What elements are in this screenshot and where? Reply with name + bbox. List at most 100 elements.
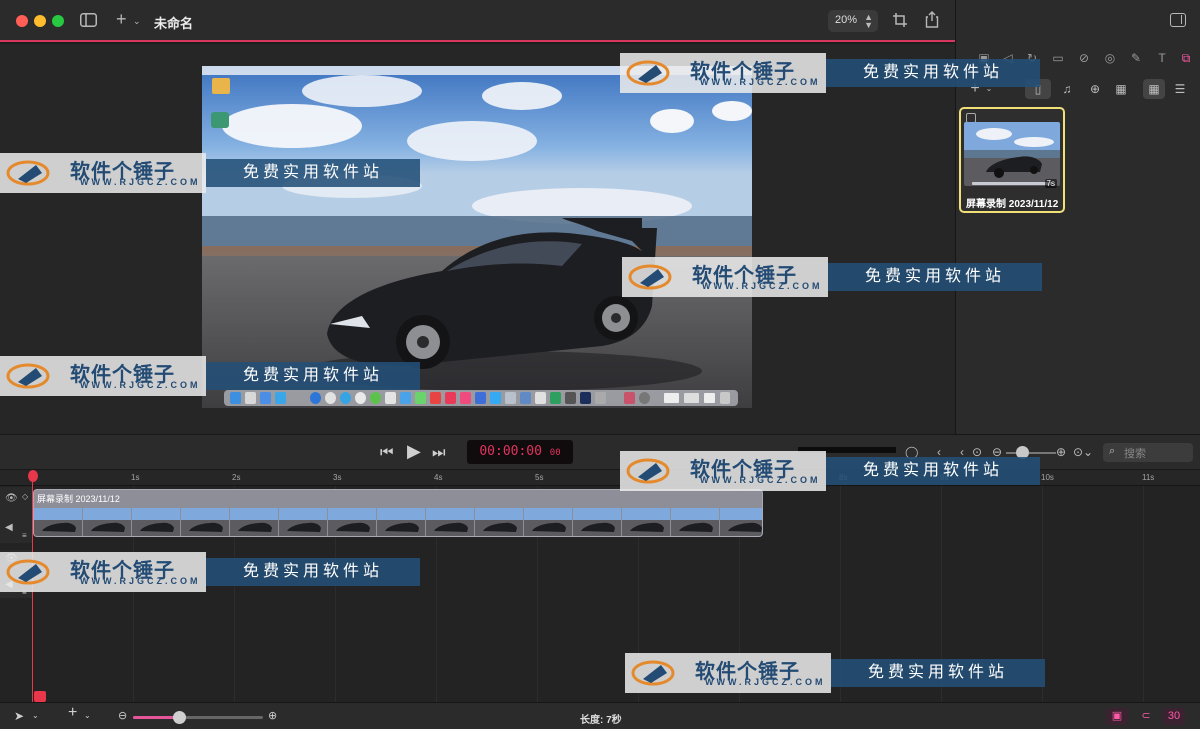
zoom-in-icon[interactable]: ⊕ <box>1056 445 1066 459</box>
ruler-tick: 3s <box>333 473 342 482</box>
skip-back-icon[interactable]: ⏮ <box>380 444 394 462</box>
title-bar: + ⌄ 未命名 20% ▲ ▼ <box>0 0 955 42</box>
chevron-down-icon[interactable]: ⌄ <box>133 13 141 29</box>
blur-tool-icon[interactable]: ⊘ <box>1076 50 1092 66</box>
watermark-left: 软件个锤子 WWW.RJGCZ.COM <box>0 552 206 592</box>
speaker-icon[interactable]: ◀ <box>5 523 13 533</box>
slider-knob[interactable] <box>173 711 186 724</box>
inspector-toggle-icon[interactable] <box>1170 13 1186 27</box>
watermark-left: 软件个锤子 WWW.RJGCZ.COM <box>620 53 826 93</box>
watermark-logo-icon <box>6 363 50 389</box>
sidebar-toggle-icon[interactable] <box>80 13 97 30</box>
clip-frame <box>720 508 762 536</box>
minimize-window-button[interactable] <box>34 15 46 27</box>
ruler-tick: 10s <box>1041 473 1054 482</box>
watermark-left: 软件个锤子 WWW.RJGCZ.COM <box>0 153 206 193</box>
stepper-icon: ▲ ▼ <box>864 12 873 30</box>
fps-badge[interactable]: 30 <box>1163 708 1185 725</box>
export-image-icon[interactable]: ▣ <box>1106 708 1128 725</box>
close-window-button[interactable] <box>16 15 28 27</box>
watermark-logo-icon <box>6 160 50 186</box>
add-media-icon[interactable]: + <box>116 10 127 28</box>
watermark-banner: 软件个锤子 WWW.RJGCZ.COM 免费实用软件站 <box>0 153 420 193</box>
watermark-site: WWW.RJGCZ.COM <box>702 281 823 291</box>
layers-tool-icon[interactable]: ⧉ <box>1178 50 1194 66</box>
timecode-frames: 00 <box>549 448 561 458</box>
watermark-logo-icon <box>628 264 672 290</box>
ruler-tick: 4s <box>434 473 443 482</box>
collapse-icon[interactable]: ◇ <box>22 492 28 502</box>
zoom-in-icon[interactable]: ⊕ <box>268 709 277 723</box>
play-icon[interactable]: ▶ <box>407 442 421 460</box>
media-item[interactable]: 7s 屏幕录制 2023/11/12 <box>959 107 1065 213</box>
watermark-site: WWW.RJGCZ.COM <box>700 475 821 485</box>
grid-view-icon[interactable]: ▦ <box>1145 80 1163 98</box>
project-length: 长度: 7秒 <box>580 715 622 726</box>
watermark-slogan: 免费实用软件站 <box>206 558 420 586</box>
chevron-down-icon[interactable]: ⌄ <box>84 709 91 723</box>
time-machine-icon <box>211 112 229 128</box>
watermark-banner: 软件个锤子 WWW.RJGCZ.COM 免费实用软件站 <box>622 257 1042 297</box>
timecode-main: 00:00:00 <box>479 444 542 459</box>
watermark-site: WWW.RJGCZ.COM <box>705 677 826 687</box>
track-menu-icon[interactable]: ≡ <box>22 531 27 541</box>
ruler-tick: 11s <box>1142 473 1155 482</box>
watermark-site: WWW.RJGCZ.COM <box>80 380 201 390</box>
watermark-left: 软件个锤子 WWW.RJGCZ.COM <box>622 257 828 297</box>
shapes-tool-icon[interactable]: ◎ <box>1102 50 1118 66</box>
clip-frame <box>279 508 327 536</box>
magnifier-icon: ⌕ <box>1109 445 1116 457</box>
zoom-level-value: 20% <box>835 14 858 26</box>
watermark-left: 软件个锤子 WWW.RJGCZ.COM <box>0 356 206 396</box>
watermark-logo-icon <box>6 559 50 585</box>
watermark-slogan: 免费实用软件站 <box>828 263 1042 291</box>
watermark-banner: 软件个锤子 WWW.RJGCZ.COM 免费实用软件站 <box>0 552 420 592</box>
grid-line <box>1143 486 1144 702</box>
eye-icon[interactable]: 👁 <box>5 494 18 504</box>
zoom-level-select[interactable]: 20% ▲ ▼ <box>828 10 878 32</box>
folder-icon <box>212 78 230 94</box>
clip-frame <box>671 508 719 536</box>
watermark-logo-icon <box>626 60 670 86</box>
caption-tool-icon[interactable]: ▭ <box>1050 50 1066 66</box>
text-tool-icon[interactable]: T <box>1154 50 1170 66</box>
watermark-banner: 软件个锤子 WWW.RJGCZ.COM 免费实用软件站 <box>0 356 420 396</box>
watermark-logo-icon <box>631 660 675 686</box>
clip-title: 屏幕录制 2023/11/12 <box>37 494 120 504</box>
skip-forward-icon[interactable]: ⏭ <box>432 444 446 462</box>
playhead-bottom-handle[interactable] <box>34 691 46 702</box>
playhead-handle[interactable] <box>28 470 38 482</box>
clip-filmstrip <box>34 508 762 536</box>
search-field[interactable]: ⌕ 搜索 <box>1103 443 1193 462</box>
pointer-tool-icon[interactable]: ➤ <box>14 709 24 723</box>
list-view-icon[interactable]: ☰ <box>1171 80 1189 98</box>
fullscreen-window-button[interactable] <box>52 15 64 27</box>
chevron-down-icon[interactable]: ⌄ <box>32 709 39 723</box>
crop-icon[interactable] <box>892 12 908 31</box>
zoom-out-icon[interactable]: ⊖ <box>118 709 127 723</box>
clip-frame <box>181 508 229 536</box>
magnet-icon[interactable]: ⊂ <box>1136 708 1156 725</box>
share-icon[interactable] <box>925 11 939 31</box>
media-duration-badge: 7s <box>1044 179 1057 188</box>
more-options-icon[interactable]: ⊙⌄ <box>1073 445 1093 459</box>
clip-frame <box>83 508 131 536</box>
ruler-tick: 2s <box>232 473 241 482</box>
video-clip[interactable]: 屏幕录制 2023/11/12 <box>33 489 763 537</box>
status-bar: ➤ ⌄ + ⌄ ⊖ ⊕ 长度: 7秒 ▣ ⊂ 30 <box>0 702 1200 729</box>
clip-frame <box>230 508 278 536</box>
track-height-slider[interactable] <box>133 716 263 719</box>
music-icon[interactable]: ♫ <box>1058 80 1076 98</box>
clip-frame <box>475 508 523 536</box>
globe-icon[interactable]: ⊕ <box>1086 80 1104 98</box>
watermark-site: WWW.RJGCZ.COM <box>80 576 201 586</box>
media-item-title: 屏幕录制 2023/11/12 <box>966 199 1059 210</box>
grid-source-icon[interactable]: ▦ <box>1112 80 1130 98</box>
watermark-slogan: 免费实用软件站 <box>826 59 1040 87</box>
pen-tool-icon[interactable]: ✎ <box>1128 50 1144 66</box>
clip-frame <box>426 508 474 536</box>
watermark-site: WWW.RJGCZ.COM <box>700 77 821 87</box>
add-track-icon[interactable]: + <box>68 705 77 721</box>
clip-frame <box>573 508 621 536</box>
watermark-site: WWW.RJGCZ.COM <box>80 177 201 187</box>
